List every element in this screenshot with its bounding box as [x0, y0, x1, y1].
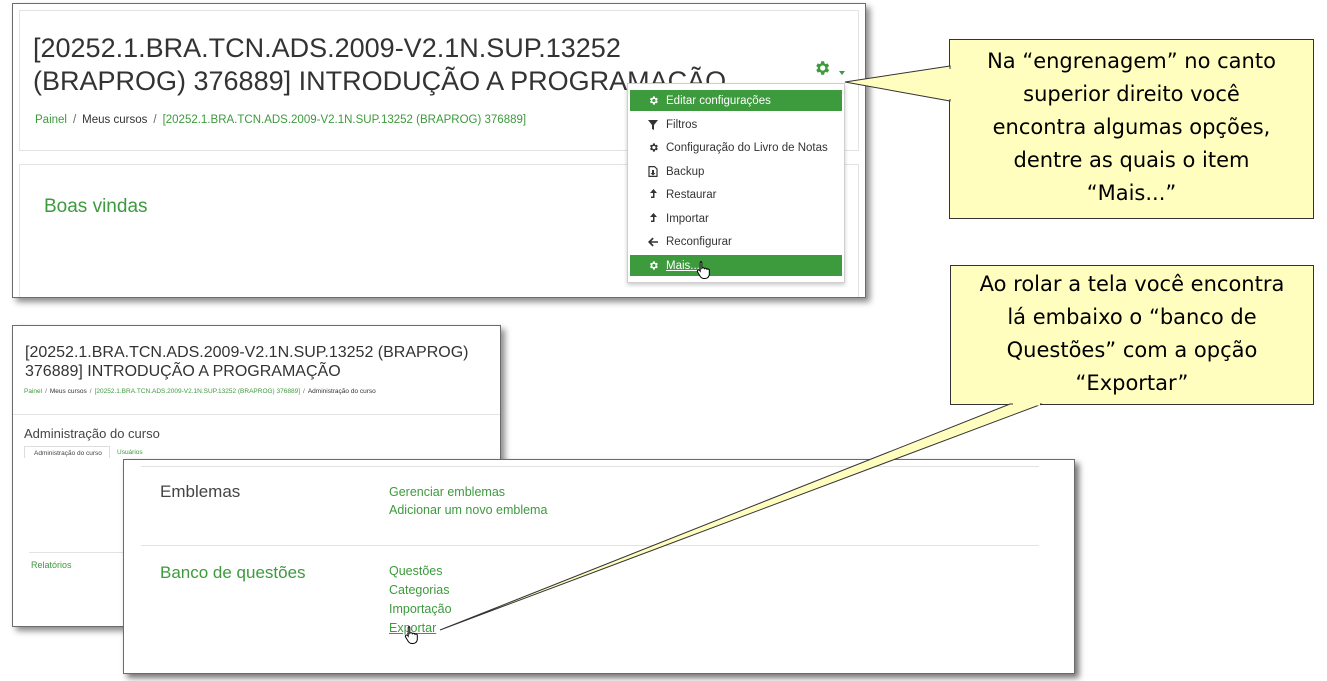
menu-item-importar[interactable]: Importar: [630, 208, 842, 229]
menu-item-label: Editar configurações: [666, 94, 771, 107]
menu-item-label: Backup: [666, 165, 705, 178]
hand-cursor-icon: [404, 625, 419, 649]
breadcrumb-meus-cursos[interactable]: Meus cursos: [82, 114, 147, 126]
link-questoes[interactable]: Questões: [389, 564, 443, 578]
gear-icon: [647, 95, 659, 107]
breadcrumb-meus-cursos[interactable]: Meus cursos: [50, 388, 87, 395]
emblemas-links: Gerenciar emblemas Adicionar um novo emb…: [389, 483, 547, 519]
course-actions-menu: Editar configurações Filtros Configuraçã…: [627, 83, 845, 283]
callout-line: “Mais...”: [1086, 181, 1177, 205]
hand-cursor-icon: [696, 260, 711, 284]
menu-item-mais[interactable]: Mais...: [630, 255, 842, 276]
divider: [29, 552, 124, 553]
gear-icon: [647, 142, 659, 154]
link-categorias[interactable]: Categorias: [389, 583, 449, 597]
breadcrumb-course[interactable]: [20252.1.BRA.TCN.ADS.2009-V2.1N.SUP.1325…: [95, 388, 300, 395]
link-gerenciar-emblemas[interactable]: Gerenciar emblemas: [389, 485, 505, 499]
arrow-left-icon: [647, 236, 659, 248]
section-relatorios: Relatórios: [31, 560, 72, 570]
breadcrumb-administracao: Administração do curso: [307, 388, 376, 395]
upload-icon: [647, 189, 659, 201]
callout-line: dentre as quais o item: [1013, 148, 1250, 172]
menu-item-label: Reconfigurar: [666, 235, 732, 248]
divider: [141, 466, 1039, 467]
filter-icon: [647, 119, 659, 131]
section-banco-de-questoes: Banco de questões: [160, 563, 306, 582]
breadcrumb-course[interactable]: [20252.1.BRA.TCN.ADS.2009-V2.1N.SUP.1325…: [163, 114, 527, 126]
callout-line: Na “engrenagem” no canto: [987, 49, 1276, 73]
menu-item-label: Filtros: [666, 118, 698, 131]
tab-administracao-do-curso[interactable]: Administração do curso: [24, 446, 110, 458]
link-adicionar-emblema[interactable]: Adicionar um novo emblema: [389, 503, 547, 517]
question-bank-links: Questões Categorias Importação Exportar: [389, 562, 452, 638]
menu-item-editar-configuracoes[interactable]: Editar configurações: [630, 90, 842, 111]
menu-item-label: Mais...: [666, 259, 700, 272]
divider: [13, 414, 500, 415]
menu-item-label: Configuração do Livro de Notas: [666, 141, 828, 154]
divider: [141, 545, 1039, 546]
callout-line: Ao rolar a tela você encontra: [979, 272, 1285, 296]
backup-icon: [647, 166, 659, 178]
question-bank-screenshot: Emblemas Gerenciar emblemas Adicionar um…: [123, 459, 1075, 674]
annotation-callout-gear: Na “engrenagem” no canto superior direit…: [949, 39, 1314, 219]
menu-item-backup[interactable]: Backup: [630, 161, 842, 182]
breadcrumb: Painel / Meus cursos / [20252.1.BRA.TCN.ADS.…: [35, 114, 527, 126]
callout-line: “Exportar”: [1075, 371, 1189, 395]
menu-item-label: Restaurar: [666, 188, 717, 201]
chevron-down-icon: [839, 71, 845, 75]
gear-icon: [647, 260, 659, 272]
callout-line: superior direito você: [1023, 82, 1240, 106]
course-page-screenshot-top: [20252.1.BRA.TCN.ADS.2009-V2.1N.SUP.1325…: [12, 3, 866, 298]
menu-item-configuracao-livro-notas[interactable]: Configuração do Livro de Notas: [630, 137, 842, 158]
callout-line: encontra algumas opções,: [992, 115, 1271, 139]
menu-item-restaurar[interactable]: Restaurar: [630, 184, 842, 205]
menu-item-reconfigurar[interactable]: Reconfigurar: [630, 231, 842, 252]
callout-line: lá embaixo o “banco de: [1007, 305, 1257, 329]
tab-usuarios[interactable]: Usuários: [117, 449, 143, 456]
section-emblemas: Emblemas: [160, 482, 241, 501]
breadcrumb: Painel / Meus cursos / [20252.1.BRA.TCN.ADS.…: [24, 388, 376, 395]
callout-line: Questões” com a opção: [1006, 338, 1258, 362]
menu-item-label: Importar: [666, 212, 709, 225]
breadcrumb-painel[interactable]: Painel: [35, 114, 67, 126]
breadcrumb-painel[interactable]: Painel: [24, 388, 42, 395]
menu-item-filtros[interactable]: Filtros: [630, 114, 842, 135]
annotation-callout-export: Ao rolar a tela você encontra lá embaixo…: [950, 265, 1314, 405]
link-importacao[interactable]: Importação: [389, 602, 452, 616]
page-heading: Administração do curso: [24, 426, 160, 441]
gear-icon[interactable]: [813, 59, 831, 82]
welcome-heading: Boas vindas: [44, 196, 148, 217]
upload-icon: [647, 213, 659, 225]
course-title: [20252.1.BRA.TCN.ADS.2009-V2.1N.SUP.1325…: [25, 344, 469, 380]
